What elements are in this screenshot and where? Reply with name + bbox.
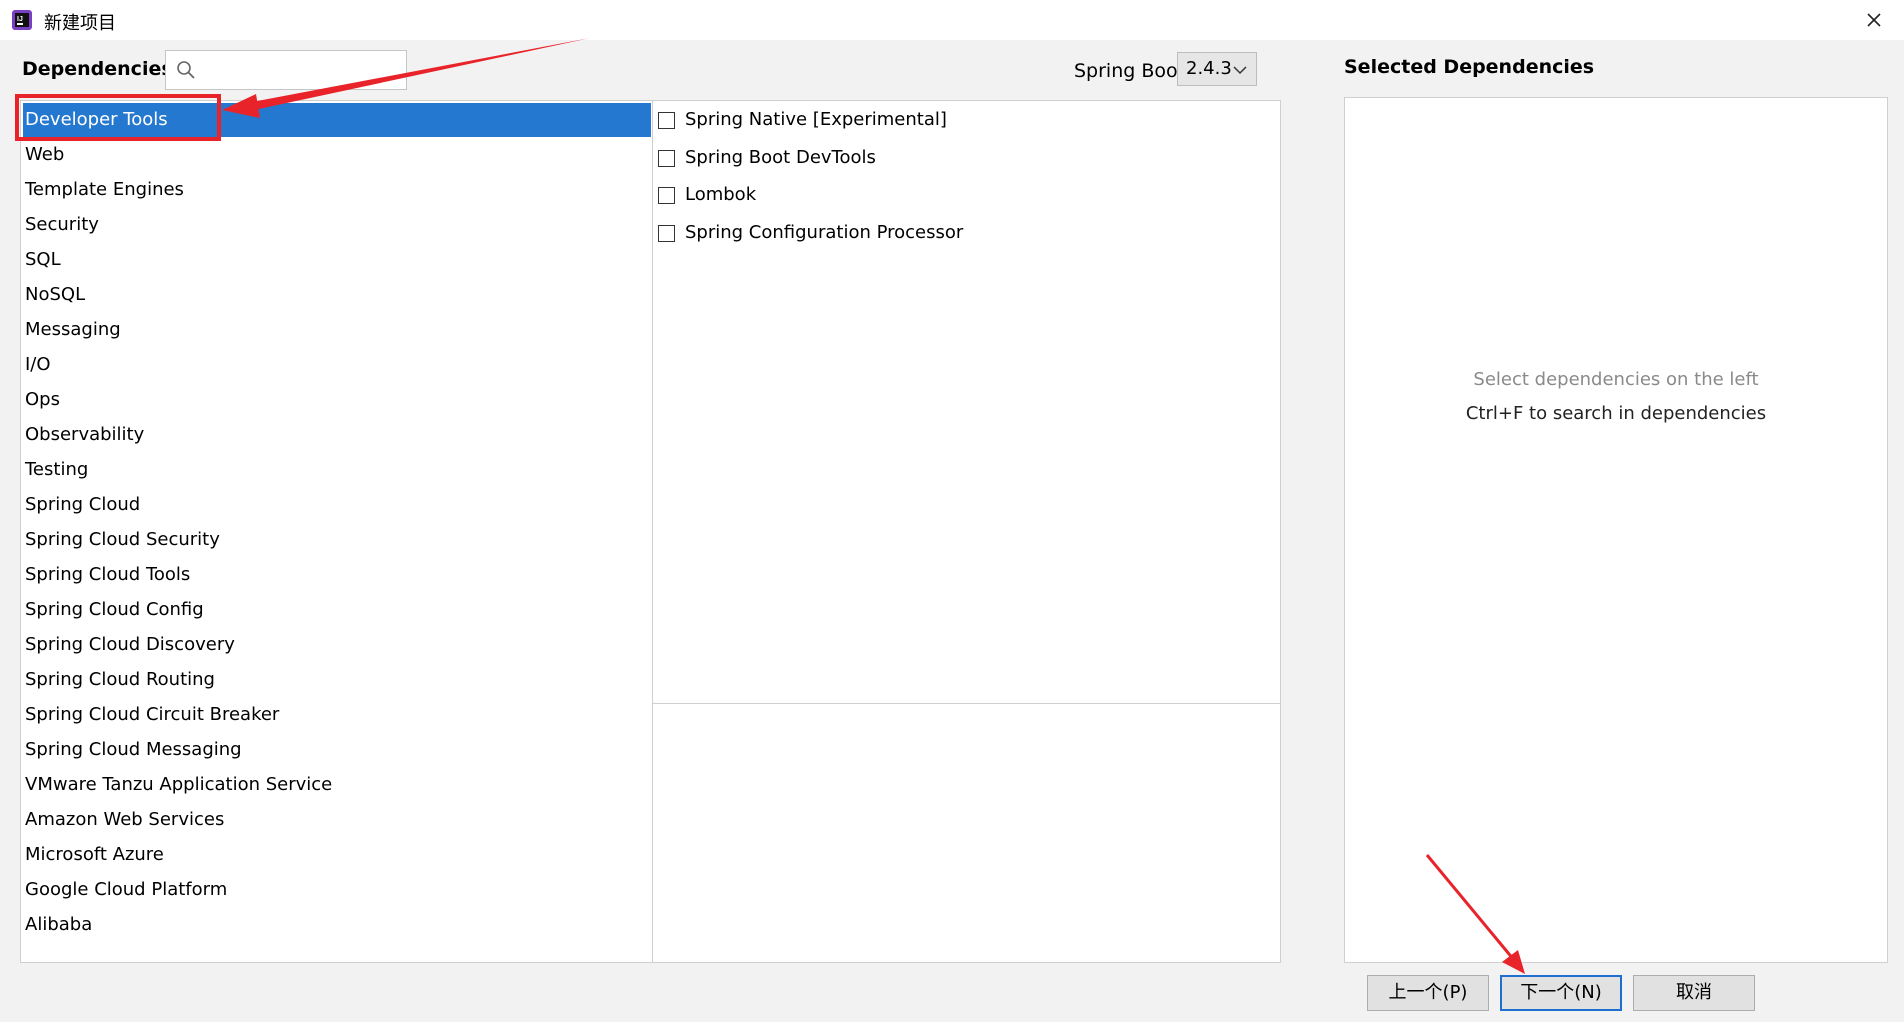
spring-boot-version-select[interactable]: 2.4.3: [1177, 52, 1257, 86]
dependencies-label: Dependencies: [22, 58, 173, 80]
dependency-option[interactable]: Spring Configuration Processor: [654, 216, 1254, 250]
category-item-spring-cloud-messaging[interactable]: Spring Cloud Messaging: [23, 733, 651, 767]
cancel-button[interactable]: 取消: [1633, 975, 1755, 1011]
category-item-amazon-web-services[interactable]: Amazon Web Services: [23, 803, 651, 837]
category-item-vmware-tanzu[interactable]: VMware Tanzu Application Service: [23, 768, 651, 802]
dependency-options-list: Spring Native [Experimental] Spring Boot…: [652, 100, 1281, 704]
dependency-option-label: Spring Configuration Processor: [685, 222, 964, 243]
checkbox[interactable]: [658, 112, 675, 129]
chevron-down-icon: [1233, 66, 1247, 75]
window-title: 新建项目: [44, 13, 116, 34]
checkbox[interactable]: [658, 187, 675, 204]
next-button[interactable]: 下一个(N): [1500, 975, 1622, 1011]
category-item-spring-cloud-config[interactable]: Spring Cloud Config: [23, 593, 651, 627]
category-item-microsoft-azure[interactable]: Microsoft Azure: [23, 838, 651, 872]
dependency-description-panel: [652, 704, 1281, 963]
dependency-option[interactable]: Lombok: [654, 178, 1254, 212]
category-item-spring-cloud-routing[interactable]: Spring Cloud Routing: [23, 663, 651, 697]
category-item-web[interactable]: Web: [23, 138, 651, 172]
category-item-spring-cloud-discovery[interactable]: Spring Cloud Discovery: [23, 628, 651, 662]
empty-hint-primary: Select dependencies on the left: [1473, 369, 1759, 390]
empty-hint-secondary: Ctrl+F to search in dependencies: [1465, 403, 1767, 424]
close-icon[interactable]: [1860, 6, 1888, 34]
category-item-spring-cloud-circuit-breaker[interactable]: Spring Cloud Circuit Breaker: [23, 698, 651, 732]
svg-text:IJ: IJ: [17, 16, 23, 23]
category-item-testing[interactable]: Testing: [23, 453, 651, 487]
dependency-option[interactable]: Spring Boot DevTools: [654, 141, 1254, 175]
spring-boot-version-value: 2.4.3: [1186, 58, 1232, 79]
category-item-template-engines[interactable]: Template Engines: [23, 173, 651, 207]
selected-dependencies-title: Selected Dependencies: [1344, 56, 1595, 78]
category-item-io[interactable]: I/O: [23, 348, 651, 382]
category-item-messaging[interactable]: Messaging: [23, 313, 651, 347]
intellij-app-icon: IJ: [12, 10, 32, 30]
checkbox[interactable]: [658, 150, 675, 167]
spring-boot-label: Spring Boot: [1074, 60, 1186, 82]
dependency-option-label: Spring Boot DevTools: [685, 147, 876, 168]
category-item-alibaba[interactable]: Alibaba: [23, 908, 651, 942]
search-icon: [177, 61, 195, 79]
category-item-nosql[interactable]: NoSQL: [23, 278, 651, 312]
dependency-option[interactable]: Spring Native [Experimental]: [654, 103, 1254, 137]
dependency-option-label: Spring Native [Experimental]: [685, 109, 947, 130]
category-item-security[interactable]: Security: [23, 208, 651, 242]
search-input[interactable]: [165, 50, 407, 90]
category-item-ops[interactable]: Ops: [23, 383, 651, 417]
category-item-sql[interactable]: SQL: [23, 243, 651, 277]
category-item-spring-cloud-security[interactable]: Spring Cloud Security: [23, 523, 651, 557]
selected-dependencies-panel: Select dependencies on the left Ctrl+F t…: [1344, 97, 1888, 963]
previous-button[interactable]: 上一个(P): [1367, 975, 1489, 1011]
category-item-google-cloud-platform[interactable]: Google Cloud Platform: [23, 873, 651, 907]
category-item-spring-cloud[interactable]: Spring Cloud: [23, 488, 651, 522]
category-item-spring-cloud-tools[interactable]: Spring Cloud Tools: [23, 558, 651, 592]
dependency-option-label: Lombok: [685, 184, 757, 205]
category-item-observability[interactable]: Observability: [23, 418, 651, 452]
annotation-highlight-box: [15, 94, 221, 141]
title-bar: IJ 新建项目: [0, 0, 1904, 40]
category-list: Developer Tools Web Template Engines Sec…: [20, 100, 652, 963]
checkbox[interactable]: [658, 225, 675, 242]
